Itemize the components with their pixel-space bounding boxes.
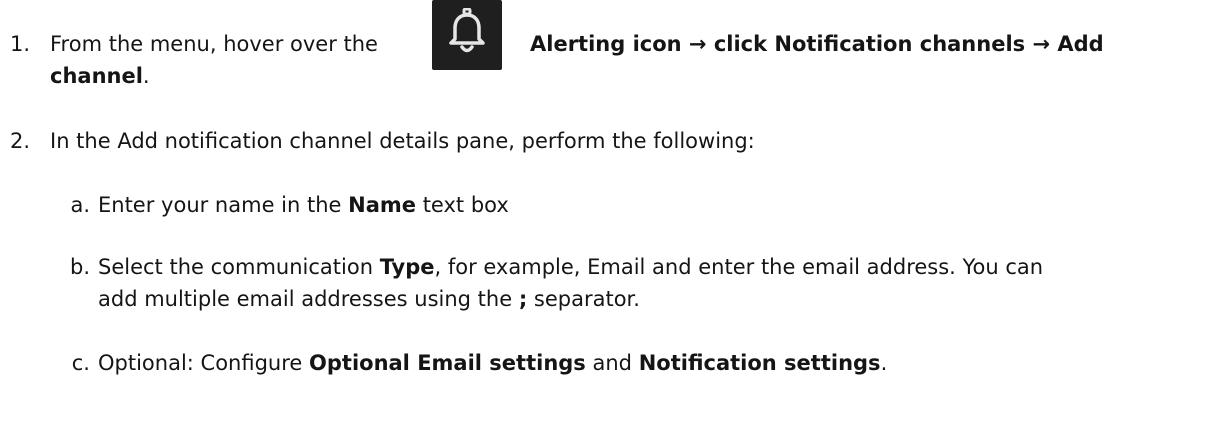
sub-b-bold-separator: ; bbox=[518, 287, 528, 311]
step-1-bold-a: Alerting icon → click Notification chann… bbox=[530, 32, 1104, 56]
sub-a-bold-name: Name bbox=[348, 193, 417, 217]
step-1-post: . bbox=[142, 64, 150, 88]
step-1-number: 1. bbox=[9, 32, 30, 56]
sub-b-line2-pre: add multiple email addresses using the bbox=[98, 287, 513, 311]
sub-b-post: , for example, Email and enter the email… bbox=[434, 255, 1044, 279]
sub-c-bold-notification-settings: Notification settings bbox=[638, 351, 881, 375]
step-2-text: In the Add notification channel details … bbox=[50, 129, 755, 153]
sub-c-post: . bbox=[880, 351, 888, 375]
sub-step-c-text: Optional: Configure Optional Email setti… bbox=[98, 347, 887, 379]
step-1-bold-b: channel bbox=[50, 64, 143, 88]
step-1-line2: channel. bbox=[50, 60, 150, 92]
alerting-bell-icon-image bbox=[432, 0, 502, 70]
sub-c-pre: Optional: Configure bbox=[98, 351, 303, 375]
sub-c-bold-email-settings: Optional Email settings bbox=[309, 351, 586, 375]
sub-b-pre: Select the communication bbox=[98, 255, 373, 279]
sub-step-b-line2-text: add multiple email addresses using the ;… bbox=[98, 283, 640, 315]
bell-icon bbox=[449, 8, 485, 53]
sub-b-bold-type: Type bbox=[379, 255, 435, 279]
step-2-number: 2. bbox=[9, 129, 30, 153]
sub-step-a-letter: a. bbox=[70, 193, 90, 217]
sub-step-b-letter: b. bbox=[69, 255, 90, 279]
step-1-text-pre: From the menu, hover over the bbox=[50, 32, 378, 56]
sub-a-post: text box bbox=[422, 193, 509, 217]
sub-b-line2-post: separator. bbox=[533, 287, 640, 311]
sub-c-mid: and bbox=[592, 351, 633, 375]
sub-step-a-text: Enter your name in the Name text box bbox=[98, 189, 509, 221]
step-1-text-bold-a: Alerting icon → click Notification chann… bbox=[530, 28, 1104, 60]
sub-step-c-letter: c. bbox=[71, 351, 90, 375]
sub-a-pre: Enter your name in the bbox=[98, 193, 342, 217]
sub-step-b-text: Select the communication Type, for examp… bbox=[98, 251, 1043, 283]
